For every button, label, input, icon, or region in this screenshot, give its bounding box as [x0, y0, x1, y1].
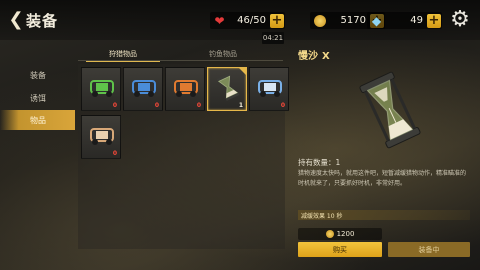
gold-value: 5170	[340, 15, 366, 26]
add-diamond-button[interactable]: +	[427, 13, 441, 28]
heart-icon: ❤	[214, 13, 225, 28]
buy-button[interactable]: 购买	[298, 242, 382, 257]
nav-item-label: 诱饵	[30, 93, 46, 103]
item-count: 0	[154, 102, 159, 109]
car-icon	[90, 80, 114, 97]
hourglass-icon	[216, 73, 240, 101]
item-slot-tan-car[interactable]: 0	[81, 115, 121, 159]
top-bar: ❮ 装备 ❤ 46/50 + 5170 + ◆ 49 + ⚙	[0, 0, 480, 40]
item-slot-blue-white-car[interactable]: 0	[249, 67, 289, 111]
equip-label: 装备中	[418, 245, 440, 254]
health-value: 46/50	[237, 15, 266, 26]
effect-bar: 减缓效果 10 秒	[298, 210, 470, 220]
price-value: 1200	[336, 230, 355, 238]
car-icon	[90, 128, 114, 145]
item-name-text: 慢沙	[298, 51, 318, 62]
nav-item-label: 装备	[30, 70, 46, 80]
buy-label: 购买	[333, 245, 347, 254]
item-slot-orange-car[interactable]: 0	[165, 67, 205, 111]
add-health-button[interactable]: +	[270, 13, 284, 28]
car-icon	[174, 80, 198, 97]
item-tabs: 狩猎物品 钓鱼物品	[78, 46, 283, 62]
car-icon	[258, 80, 282, 97]
price-box: 1200	[298, 228, 382, 240]
owned-count: 持有数量：1	[298, 158, 341, 167]
car-icon	[132, 80, 156, 97]
gear-icon[interactable]: ⚙	[449, 9, 471, 31]
nav-item-equipment[interactable]: 装备	[0, 65, 75, 85]
hourglass-large-icon	[359, 71, 421, 149]
item-count: 1	[238, 102, 243, 109]
back-chevron-icon[interactable]: ❮	[6, 9, 26, 30]
item-name: 慢沙 X	[298, 47, 330, 62]
item-name-suffix: X	[322, 51, 330, 62]
page-title: 装备	[26, 12, 59, 30]
diamond-value: 49	[410, 15, 423, 26]
tab-fishing-items[interactable]: 钓鱼物品	[178, 46, 268, 61]
health-counter: ❤ 46/50 +	[210, 12, 285, 29]
diamond-counter: ◆ 49 +	[367, 12, 442, 29]
tab-label: 钓鱼物品	[209, 49, 237, 58]
item-slot-hourglass[interactable]: 1	[207, 67, 247, 111]
nav-item-items[interactable]: 物品	[0, 110, 75, 130]
item-count: 0	[112, 102, 117, 109]
item-description: 猎物速度太快吗，就用这件吧，短暂减缓猎物动作，精准瞄准的时机就来了，只要抓好时机…	[298, 170, 467, 187]
equipped-button[interactable]: 装备中	[388, 242, 470, 257]
coin-icon	[325, 230, 334, 238]
tab-hunting-items[interactable]: 狩猎物品	[78, 46, 168, 62]
tab-label: 狩猎物品	[109, 49, 137, 58]
nav-item-bait[interactable]: 诱饵	[0, 88, 75, 108]
item-slot-green-car[interactable]: 0	[81, 67, 121, 111]
item-slot-blue-car[interactable]: 0	[123, 67, 163, 111]
item-count: 0	[280, 102, 285, 109]
diamond-icon: ◆	[371, 13, 382, 28]
nav-item-label: 物品	[30, 115, 46, 125]
effect-text: 减缓效果 10 秒	[301, 212, 343, 220]
item-grid: 0 0 0 1 0 0	[78, 64, 289, 249]
item-count: 0	[196, 102, 201, 109]
coin-icon	[312, 13, 327, 28]
item-count: 0	[112, 150, 117, 157]
timer-badge: 04:21	[262, 32, 284, 44]
